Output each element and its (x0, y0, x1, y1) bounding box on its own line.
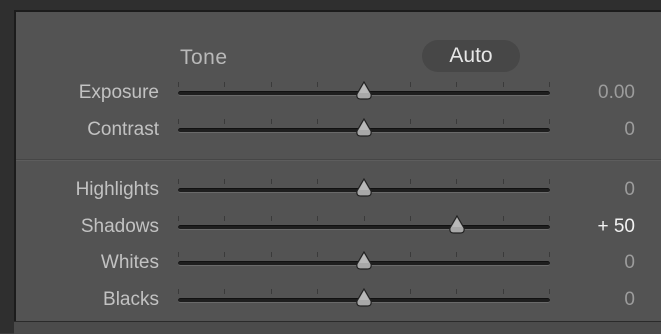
panel-bottom-edge (14, 321, 661, 334)
slider-tick (224, 252, 225, 257)
slider-tick (503, 119, 504, 124)
slider-tick (178, 216, 179, 221)
slider-tick (456, 179, 457, 184)
slider-tick (317, 289, 318, 294)
slider-tick (549, 252, 550, 257)
slider-tick (549, 119, 550, 124)
slider-row-blacks: Blacks 0 (16, 285, 661, 315)
section-divider (16, 159, 661, 161)
slider-row-contrast: Contrast 0 (16, 115, 661, 145)
slider-tick (317, 216, 318, 221)
slider-tick (503, 179, 504, 184)
auto-button[interactable]: Auto (422, 40, 520, 72)
slider-tick (549, 179, 550, 184)
slider-tick (364, 216, 365, 221)
slider-tick (503, 82, 504, 87)
slider-thumb-icon[interactable] (448, 214, 466, 235)
slider-label: Blacks (103, 289, 159, 310)
slider-tick (410, 82, 411, 87)
slider-tick (456, 119, 457, 124)
slider-label: Shadows (80, 216, 159, 237)
slider-ticks (178, 216, 550, 222)
slider-tick (271, 119, 272, 124)
slider-tick (178, 119, 179, 124)
slider-value[interactable]: + 50 (597, 212, 635, 242)
slider-tick (410, 119, 411, 124)
slider-tick (549, 289, 550, 294)
slider-row-exposure: Exposure 0.00 (16, 78, 661, 108)
slider-label: Whites (100, 252, 159, 273)
slider-row-highlights: Highlights 0 (16, 175, 661, 205)
slider-value[interactable]: 0 (624, 175, 635, 205)
slider-value[interactable]: 0 (624, 115, 635, 145)
slider-tick (224, 179, 225, 184)
slider-thumb-icon[interactable] (355, 250, 373, 271)
slider-tick (224, 119, 225, 124)
slider-thumb-icon[interactable] (355, 287, 373, 308)
slider-tick (178, 179, 179, 184)
slider-tick (549, 216, 550, 221)
slider-tick (410, 179, 411, 184)
section-title: Tone (180, 46, 228, 69)
slider-tick (503, 252, 504, 257)
slider-tick (271, 216, 272, 221)
slider-thumb-icon[interactable] (355, 117, 373, 138)
slider-tick (224, 82, 225, 87)
slider-value[interactable]: 0.00 (598, 78, 635, 108)
slider-label: Highlights (75, 179, 159, 200)
slider-row-shadows: Shadows + 50 (16, 212, 661, 242)
slider-tick (456, 82, 457, 87)
slider-tick (271, 252, 272, 257)
slider-tick (178, 289, 179, 294)
slider-label: Contrast (87, 119, 159, 140)
slider-tick (224, 289, 225, 294)
slider-value[interactable]: 0 (624, 285, 635, 315)
slider-label: Exposure (78, 82, 159, 103)
slider-track[interactable] (178, 225, 550, 230)
slider-tick (456, 289, 457, 294)
slider-thumb-icon[interactable] (355, 80, 373, 101)
slider-tick (456, 252, 457, 257)
slider-tick (178, 82, 179, 87)
tone-panel: Tone Auto Exposure 0.00 Contrast 0 Highlight… (14, 10, 661, 333)
slider-tick (271, 289, 272, 294)
slider-tick (503, 289, 504, 294)
slider-tick (317, 82, 318, 87)
slider-tick (410, 216, 411, 221)
tone-header: Tone Auto (16, 12, 661, 82)
slider-thumb-icon[interactable] (355, 177, 373, 198)
slider-tick (317, 119, 318, 124)
slider-tick (224, 216, 225, 221)
slider-tick (410, 252, 411, 257)
slider-tick (178, 252, 179, 257)
slider-row-whites: Whites 0 (16, 248, 661, 278)
slider-tick (503, 216, 504, 221)
slider-tick (317, 252, 318, 257)
slider-value[interactable]: 0 (624, 248, 635, 278)
slider-tick (317, 179, 318, 184)
slider-tick (271, 179, 272, 184)
slider-tick (410, 289, 411, 294)
slider-tick (549, 82, 550, 87)
slider-tick (271, 82, 272, 87)
